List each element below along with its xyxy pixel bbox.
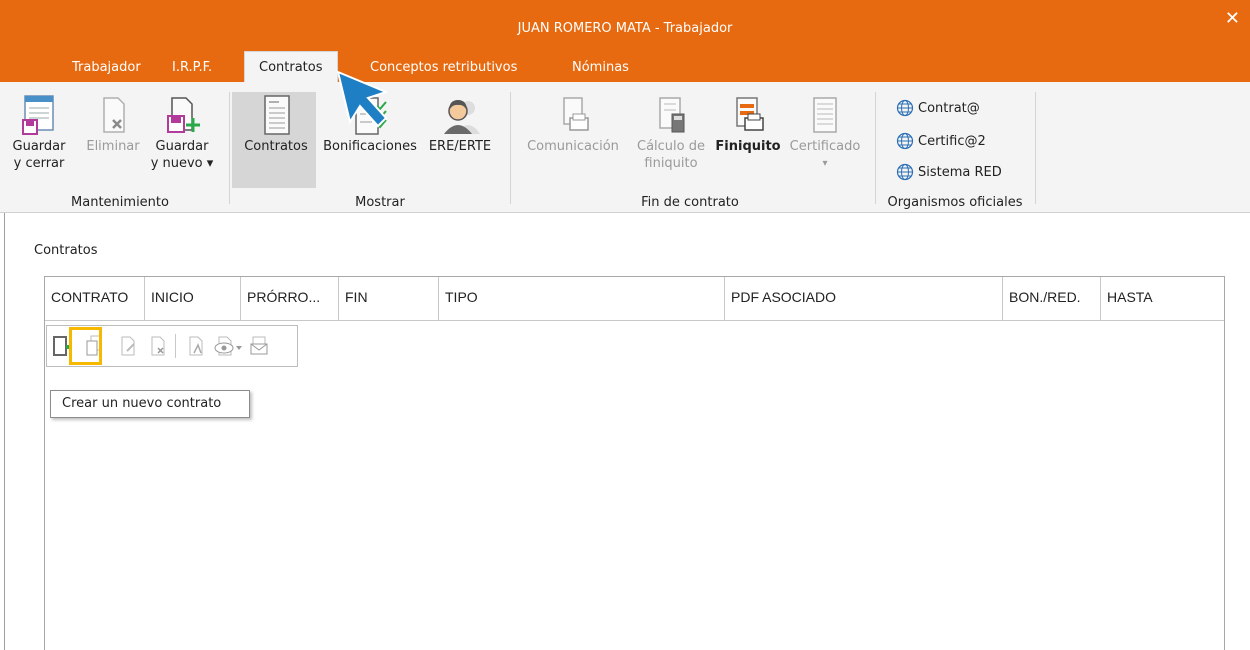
tab-nominas[interactable]: Nóminas: [572, 60, 629, 75]
certificado-dropdown-arrow: ▾: [822, 158, 828, 169]
save-close-icon: [22, 95, 54, 135]
guardar-y-nuevo-button[interactable]: Guardar y nuevo ▾: [146, 94, 218, 172]
globe-icon: [896, 99, 914, 117]
y-cerrar-label: y cerrar: [13, 156, 65, 171]
column-tipo[interactable]: TIPO: [439, 277, 725, 321]
ribbon-separator: [229, 92, 230, 204]
certifica2-label: Certific@2: [918, 133, 986, 149]
calculo-de-label: Cálculo de: [637, 139, 705, 154]
column-hasta[interactable]: HASTA: [1101, 277, 1224, 321]
column-prorroga[interactable]: PRÓRRO...: [241, 277, 339, 321]
close-icon[interactable]: ✕: [1225, 10, 1240, 28]
pdf-attach-icon[interactable]: [187, 335, 205, 361]
finiquito-button[interactable]: Finiquito: [710, 94, 786, 155]
column-inicio[interactable]: INICIO: [145, 277, 241, 321]
certifica2-link[interactable]: Certific@2: [896, 132, 986, 150]
column-bon-red[interactable]: BON./RED.: [1003, 277, 1101, 321]
group-fin-de-contrato: Fin de contrato: [641, 195, 739, 210]
ere-erte-button[interactable]: ERE/ERTE: [420, 94, 500, 155]
column-contrato[interactable]: CONTRATO: [45, 277, 145, 321]
sistema-red-label: Sistema RED: [918, 164, 1002, 180]
toolbar-separator: [175, 334, 176, 358]
preview-icon[interactable]: [213, 335, 243, 361]
edit-icon[interactable]: [119, 335, 137, 361]
print-settlement-icon: [736, 97, 764, 131]
calculator-document-icon: [659, 97, 685, 133]
highlight-box: [69, 327, 102, 365]
sistema-red-link[interactable]: Sistema RED: [896, 163, 1002, 181]
print-document-icon: [563, 97, 589, 131]
left-border: [0, 213, 5, 650]
email-icon[interactable]: [249, 335, 269, 361]
certificado-label: Certificado: [789, 139, 861, 154]
certificate-icon: [813, 97, 837, 133]
eliminar-button[interactable]: Eliminar: [82, 94, 144, 155]
guardar-nuevo-label: Guardar: [155, 139, 209, 154]
ribbon-separator: [510, 92, 511, 204]
contratos-label: Contratos: [244, 139, 308, 154]
window-title: JUAN ROMERO MATA - Trabajador: [517, 21, 733, 36]
certificado-button[interactable]: Certificado ▾: [784, 94, 866, 172]
column-fin[interactable]: FIN: [339, 277, 439, 321]
grid-header: CONTRATO INICIO PRÓRRO... FIN TIPO PDF A…: [45, 277, 1224, 321]
section-title: Contratos: [34, 243, 98, 258]
tab-contratos[interactable]: Contratos: [244, 51, 338, 82]
save-new-icon: [167, 97, 200, 133]
finiquito-label: Finiquito: [715, 139, 781, 154]
contrata-link[interactable]: Contrat@: [896, 99, 980, 117]
finiquito-sub-label: finiquito: [644, 156, 698, 171]
contract-document-icon: [264, 95, 290, 135]
bonificaciones-label: Bonificaciones: [323, 139, 417, 154]
contrata-label: Contrat@: [918, 100, 980, 116]
tooltip: Crear un nuevo contrato: [50, 390, 250, 418]
comunicacion-label: Comunicación: [527, 139, 619, 154]
comunicacion-button[interactable]: Comunicación: [518, 94, 628, 155]
group-organismos-oficiales: Organismos oficiales: [887, 195, 1023, 210]
title-bar: JUAN ROMERO MATA - Trabajador ✕: [0, 0, 1250, 46]
group-mostrar: Mostrar: [355, 195, 405, 210]
person-avatar-icon: [444, 100, 480, 134]
delete-document-icon: [103, 97, 125, 133]
group-mantenimiento: Mantenimiento: [71, 195, 169, 210]
ribbon-separator: [875, 92, 876, 204]
y-nuevo-label: y nuevo ▾: [150, 156, 214, 171]
ere-erte-label: ERE/ERTE: [428, 139, 492, 154]
guardar-y-cerrar-button[interactable]: Guardar y cerrar: [8, 94, 70, 172]
ribbon-separator: [1035, 92, 1036, 204]
globe-icon: [896, 163, 914, 181]
contratos-button[interactable]: Contratos: [236, 94, 316, 155]
globe-icon: [896, 132, 914, 150]
guardar-label: Guardar: [12, 139, 66, 154]
cursor-arrow-icon: [336, 70, 389, 128]
calculo-finiquito-button[interactable]: Cálculo de finiquito: [628, 94, 714, 172]
eliminar-label: Eliminar: [86, 139, 140, 154]
tab-irpf[interactable]: I.R.P.F.: [172, 60, 212, 75]
tab-trabajador[interactable]: Trabajador: [72, 60, 141, 75]
ribbon-tabs: Trabajador I.R.P.F. Contratos Conceptos …: [0, 46, 1250, 82]
column-pdf-asociado[interactable]: PDF ASOCIADO: [725, 277, 1003, 321]
delete-icon[interactable]: [149, 335, 167, 361]
